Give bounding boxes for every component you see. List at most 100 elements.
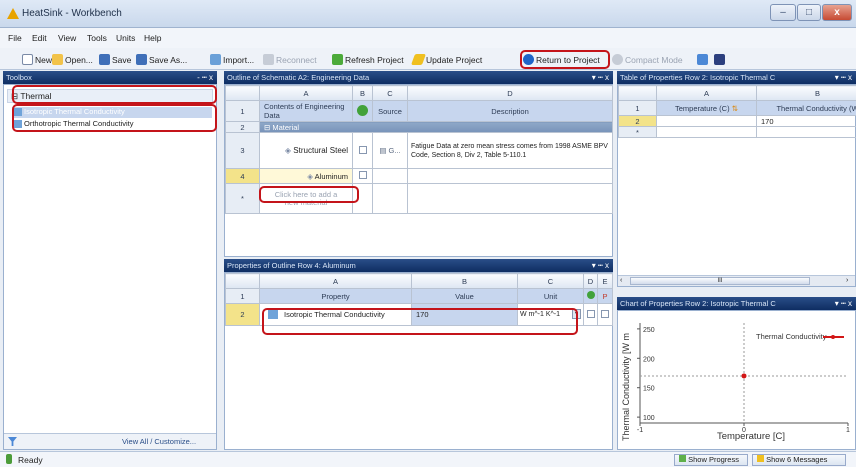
d-header-cell xyxy=(583,288,598,304)
description-header[interactable]: Description xyxy=(407,100,613,122)
pin-icon[interactable]: ▾ ┅ x xyxy=(835,71,852,84)
maximize-button[interactable]: □ xyxy=(797,4,821,21)
progress-icon xyxy=(679,455,686,462)
material-label: Structural Steel xyxy=(293,146,348,155)
open-button[interactable]: Open... xyxy=(52,52,93,67)
minimize-button[interactable]: – xyxy=(770,4,796,21)
material-section[interactable]: ⊟ Material xyxy=(259,121,613,133)
update-label: Update Project xyxy=(426,54,483,65)
save-as-icon xyxy=(136,54,147,65)
checkbox-cell[interactable] xyxy=(583,303,598,326)
checkbox-icon xyxy=(601,309,609,318)
show-progress-button[interactable]: Show Progress xyxy=(674,454,748,466)
lightning-icon xyxy=(410,54,427,65)
properties-panel: A B C D E 1 Property Value Unit P 2 Isot… xyxy=(224,272,613,450)
checkbox-cell[interactable] xyxy=(352,132,373,169)
save-as-button[interactable]: Save As... xyxy=(136,52,187,67)
table-panel: A B 1 Temperature (C) ⇅ Thermal Conducti… xyxy=(617,84,856,287)
toolbox-panel: ⊟ Thermal Isotropic Thermal Conductivity… xyxy=(3,84,217,450)
row-num: * xyxy=(225,183,260,214)
checkbox-cell[interactable] xyxy=(597,303,613,326)
temperature-header[interactable]: Temperature (C) ⇅ xyxy=(656,100,757,116)
toolbox-footer: View All / Customize... xyxy=(4,433,216,449)
window-title: HeatSink - Workbench xyxy=(22,8,122,19)
col-b[interactable]: B xyxy=(352,85,373,101)
menu-view[interactable]: View xyxy=(58,33,76,43)
filter-button[interactable] xyxy=(697,52,708,67)
chart-panel: Thermal Conductivity [W m Temperature [C… xyxy=(617,310,856,450)
reconnect-button[interactable]: Reconnect xyxy=(263,52,317,67)
col-a[interactable]: A xyxy=(259,273,412,289)
menu-help[interactable]: Help xyxy=(144,33,161,43)
y-tick-label: 200 xyxy=(643,356,655,363)
col-d[interactable]: D xyxy=(407,85,613,101)
compact-mode-button[interactable]: Compact Mode xyxy=(612,52,683,67)
col-b[interactable]: B xyxy=(756,85,856,101)
refresh-label: Refresh Project xyxy=(345,54,404,65)
e-header-cell: P xyxy=(597,288,613,304)
col-b[interactable]: B xyxy=(411,273,518,289)
property-header[interactable]: Property xyxy=(259,288,412,304)
outline-header: Outline of Schematic A2: Engineering Dat… xyxy=(224,71,613,84)
source-header[interactable]: Source xyxy=(372,100,408,122)
library-button[interactable] xyxy=(714,52,725,67)
filter-icon xyxy=(697,54,708,65)
material-name[interactable]: ◈ Structural Steel xyxy=(259,132,353,169)
import-label: Import... xyxy=(223,54,255,65)
view-all-link[interactable]: View All / Customize... xyxy=(122,437,196,446)
temperature-label: Temperature (C) xyxy=(675,103,730,113)
sort-icon: ⇅ xyxy=(731,103,738,113)
source-cell[interactable]: ▤ G... xyxy=(372,132,408,169)
scroll-right-icon[interactable]: › xyxy=(846,277,848,284)
col-c[interactable]: C xyxy=(517,273,584,289)
chart-title: Chart of Properties Row 2: Isotropic The… xyxy=(620,299,776,308)
temperature-cell[interactable] xyxy=(656,115,757,127)
checkbox-cell[interactable] xyxy=(352,168,373,184)
source-cell[interactable] xyxy=(372,168,408,184)
title-bar: HeatSink - Workbench – □ x xyxy=(0,0,856,28)
scroll-thumb[interactable]: III xyxy=(630,277,810,285)
show-messages-button[interactable]: Show 6 Messages xyxy=(752,454,846,466)
refresh-project-button[interactable]: Refresh Project xyxy=(332,52,404,67)
scroll-left-icon[interactable]: ‹ xyxy=(620,277,622,284)
pin-icon[interactable]: ▾ ┅ x xyxy=(835,297,852,310)
unit-header[interactable]: Unit xyxy=(517,288,584,304)
menu-edit[interactable]: Edit xyxy=(32,33,47,43)
toolbox-title: Toolbox xyxy=(6,73,32,82)
pin-icon[interactable]: - ┅ x xyxy=(197,71,213,84)
contents-header[interactable]: Contents of Engineering Data xyxy=(259,100,353,122)
new-file-icon xyxy=(22,54,33,65)
material-name[interactable]: ◈ Aluminum xyxy=(259,168,353,184)
temperature-cell[interactable] xyxy=(656,126,757,138)
close-button[interactable]: x xyxy=(822,4,852,21)
pin-icon[interactable]: ▾ ┅ x xyxy=(592,259,609,272)
value-header[interactable]: Value xyxy=(411,288,518,304)
menu-tools[interactable]: Tools xyxy=(87,33,107,43)
col-c[interactable]: C xyxy=(372,85,408,101)
update-project-button[interactable]: Update Project xyxy=(410,52,483,67)
col-e[interactable]: E xyxy=(597,273,613,289)
material-label: Aluminum xyxy=(314,171,348,181)
compact-mode-icon xyxy=(612,54,623,65)
import-button[interactable]: Import... xyxy=(210,52,254,67)
conductivity-header[interactable]: Thermal Conductivity (W xyxy=(756,100,856,116)
checkbox-icon xyxy=(586,309,595,318)
x-tick-label: -1 xyxy=(637,427,643,434)
col-a[interactable]: A xyxy=(656,85,757,101)
conductivity-cell[interactable]: 170 xyxy=(756,115,856,127)
menu-file[interactable]: File xyxy=(8,33,22,43)
col-d[interactable]: D xyxy=(583,273,598,289)
messages-label: Show 6 Messages xyxy=(766,455,828,464)
save-as-label: Save As... xyxy=(149,54,188,65)
x-tick-label: 1 xyxy=(846,427,850,434)
conductivity-cell[interactable] xyxy=(756,126,856,138)
properties-value-table: A B 1 Temperature (C) ⇅ Thermal Conducti… xyxy=(618,85,856,138)
new-button[interactable]: New xyxy=(22,52,52,67)
row-num: * xyxy=(618,126,657,138)
horizontal-scrollbar[interactable]: ‹ III › xyxy=(618,275,855,286)
menu-units[interactable]: Units xyxy=(116,33,135,43)
save-button[interactable]: Save xyxy=(99,52,131,67)
col-a[interactable]: A xyxy=(259,85,353,101)
pin-icon[interactable]: ▾ ┅ x xyxy=(592,71,609,84)
reconnect-label: Reconnect xyxy=(276,54,317,65)
